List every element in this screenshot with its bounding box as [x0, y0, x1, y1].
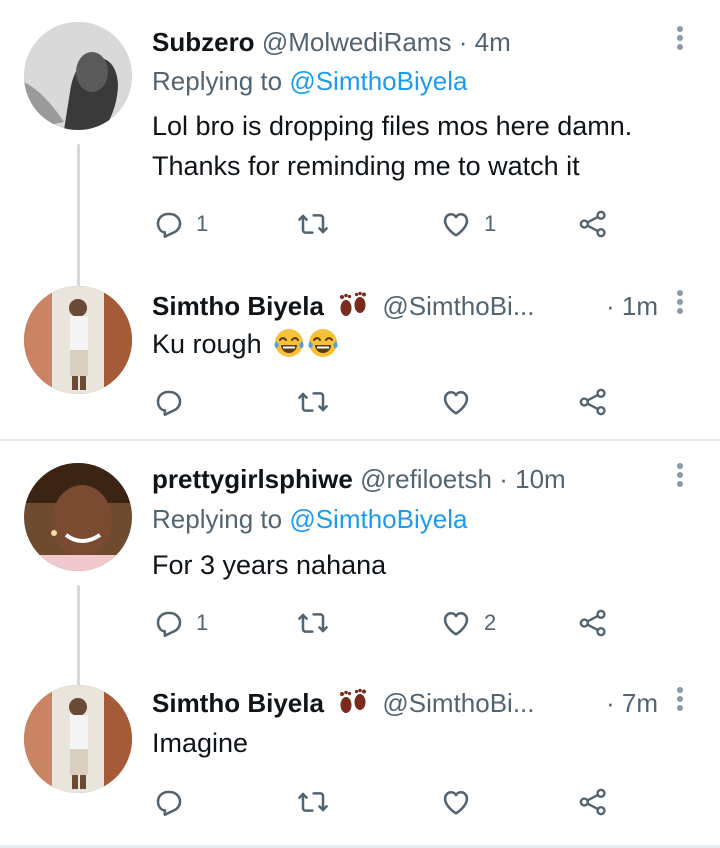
footprints-emoji — [337, 291, 369, 319]
thread-1: Subzero @MolwediRams · 4m Replying to @S… — [0, 0, 720, 440]
thread-connector-line — [77, 585, 80, 695]
tweet-prettygirlsphiwe[interactable]: prettygirlsphiwe @refiloetsh · 10m Reply… — [0, 459, 720, 695]
reply-count: 1 — [196, 610, 209, 635]
tweet-header: Subzero @MolwediRams · 4m — [152, 22, 660, 62]
tweet-text-content: Imagine — [152, 728, 249, 758]
tweet-text-content: For 3 years nahana — [152, 550, 387, 580]
tweet-actions: 1 1 — [152, 204, 632, 244]
tweet-text: Ku rough — [152, 324, 680, 364]
tweet-text: Imagine — [152, 723, 680, 763]
tweet-text: Lol bro is dropping files mos here damn.… — [152, 106, 680, 186]
retweet-button[interactable] — [297, 204, 329, 244]
like-button[interactable]: 2 — [440, 603, 496, 643]
reply-icon — [152, 786, 184, 818]
timestamp[interactable]: · 7m — [606, 683, 658, 723]
retweet-button[interactable] — [297, 603, 329, 643]
user-handle[interactable]: @SimthoBi... — [382, 688, 534, 718]
tweet-header: Simtho Biyela @SimthoBi... — [152, 683, 660, 723]
separator: · — [458, 27, 468, 57]
like-count: 1 — [484, 211, 497, 236]
more-icon[interactable] — [670, 26, 690, 54]
user-handle[interactable]: @refiloetsh — [360, 464, 492, 494]
thread-connector-line — [77, 144, 80, 292]
tweet-text-line-2: Thanks for reminding me to watch it — [152, 151, 580, 181]
retweet-button[interactable] — [297, 382, 329, 422]
tweet-simtho-2[interactable]: Simtho Biyela @SimthoBi... · 7m Imagine — [0, 681, 720, 841]
tweet-text-content: Ku rough — [152, 329, 262, 359]
thread-2: prettygirlsphiwe @refiloetsh · 10m Reply… — [0, 441, 720, 848]
tweet-actions — [152, 382, 632, 422]
share-button[interactable] — [577, 782, 609, 822]
share-icon — [577, 208, 609, 240]
share-button[interactable] — [577, 204, 609, 244]
avatar[interactable] — [24, 463, 132, 571]
tweet-simtho-1[interactable]: Simtho Biyela @SimthoBi... · 1m Ku rough — [0, 280, 720, 430]
display-name[interactable]: Simtho Biyela — [152, 291, 324, 321]
footprints-emoji — [337, 688, 369, 716]
avatar[interactable] — [24, 22, 132, 130]
user-handle[interactable]: @MolwediRams — [262, 27, 452, 57]
reply-icon — [152, 607, 184, 639]
reply-button[interactable]: 1 — [152, 204, 208, 244]
display-name[interactable]: Subzero — [152, 27, 255, 57]
display-name[interactable]: Simtho Biyela — [152, 688, 324, 718]
replying-prefix: Replying to — [152, 66, 283, 96]
like-icon — [440, 386, 472, 418]
tears-of-joy-emoji — [307, 327, 339, 359]
more-icon[interactable] — [670, 463, 690, 491]
tweet-actions — [152, 782, 632, 822]
share-icon — [577, 607, 609, 639]
like-button[interactable] — [440, 382, 472, 422]
tweet-header: Simtho Biyela @SimthoBi... — [152, 286, 660, 326]
reply-button[interactable] — [152, 382, 184, 422]
replying-to-link[interactable]: @SimthoBiyela — [289, 66, 467, 96]
like-icon — [440, 208, 472, 240]
share-button[interactable] — [577, 603, 609, 643]
like-icon — [440, 786, 472, 818]
more-icon[interactable] — [670, 290, 690, 318]
retweet-icon — [297, 208, 329, 240]
replying-to: Replying to @SimthoBiyela — [152, 502, 467, 536]
retweet-icon — [297, 607, 329, 639]
user-handle[interactable]: @SimthoBi... — [382, 291, 534, 321]
tears-of-joy-emoji — [273, 327, 305, 359]
more-icon[interactable] — [670, 687, 690, 715]
timestamp[interactable]: 10m — [515, 464, 566, 494]
separator: · — [499, 464, 508, 494]
avatar[interactable] — [24, 685, 132, 793]
like-count: 2 — [484, 610, 497, 635]
tweet-text-line-1: Lol bro is dropping files mos here damn. — [152, 111, 633, 141]
replying-to: Replying to @SimthoBiyela — [152, 64, 467, 98]
like-button[interactable]: 1 — [440, 204, 496, 244]
retweet-button[interactable] — [297, 782, 329, 822]
replying-prefix: Replying to — [152, 504, 283, 534]
like-icon — [440, 607, 472, 639]
retweet-icon — [297, 386, 329, 418]
tweet-header: prettygirlsphiwe @refiloetsh · 10m — [152, 459, 660, 499]
timestamp[interactable]: · 1m — [606, 286, 658, 326]
reply-icon — [152, 208, 184, 240]
tweet-text: For 3 years nahana — [152, 545, 680, 585]
reply-count: 1 — [196, 211, 209, 236]
share-button[interactable] — [577, 382, 609, 422]
display-name[interactable]: prettygirlsphiwe — [152, 464, 353, 494]
timestamp[interactable]: 4m — [475, 27, 511, 57]
replying-to-link[interactable]: @SimthoBiyela — [289, 504, 467, 534]
reply-button[interactable] — [152, 782, 184, 822]
avatar[interactable] — [24, 286, 132, 394]
tweet-subzero[interactable]: Subzero @MolwediRams · 4m Replying to @S… — [0, 14, 720, 292]
share-icon — [577, 386, 609, 418]
reply-button[interactable]: 1 — [152, 603, 208, 643]
retweet-icon — [297, 786, 329, 818]
tweet-actions: 1 2 — [152, 603, 632, 643]
reply-icon — [152, 386, 184, 418]
share-icon — [577, 786, 609, 818]
like-button[interactable] — [440, 782, 472, 822]
